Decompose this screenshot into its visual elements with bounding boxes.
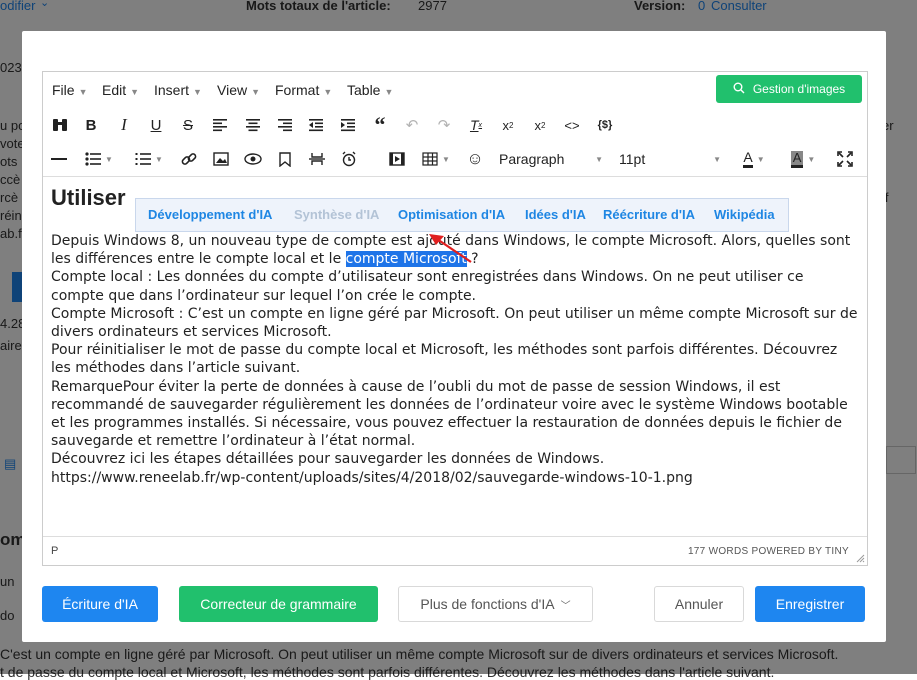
element-path: P <box>51 545 59 557</box>
background-color-icon[interactable]: A ▼ <box>785 142 821 176</box>
word-count: 177 WORDS POWERED BY TINY <box>687 546 849 557</box>
grammar-checker-button[interactable]: Correcteur de grammaire <box>179 586 378 622</box>
menu-edit[interactable]: Edit ▼ <box>102 82 139 98</box>
italic-icon[interactable]: I <box>114 108 134 142</box>
paragraph-3: Compte Microsoft : C’est un compte en li… <box>51 305 858 341</box>
redo-icon[interactable]: ↷ <box>434 108 454 142</box>
chevron-down-icon: ▼ <box>78 87 88 97</box>
chevron-down-icon: ▼ <box>251 87 261 97</box>
indent-icon[interactable] <box>338 108 358 142</box>
emoji-icon[interactable]: ☺ <box>465 142 485 176</box>
find-replace-icon[interactable] <box>49 108 71 142</box>
align-left-icon[interactable] <box>210 108 230 142</box>
ai-option-development[interactable]: Développement d'IA <box>148 207 272 222</box>
ai-option-synthesis[interactable]: Synthèse d'IA <box>294 207 379 222</box>
chevron-down-icon: ﹀ <box>560 600 571 612</box>
chevron-down-icon: ▼ <box>193 87 202 97</box>
toolbar-divider <box>43 176 867 177</box>
more-ai-label: Plus de fonctions d'IA <box>420 596 555 612</box>
cancel-button[interactable]: Annuler <box>654 586 744 622</box>
chevron-down-icon: ▼ <box>130 87 140 97</box>
horizontal-rule-icon[interactable] <box>49 142 69 176</box>
text-color-icon[interactable]: A ▼ <box>737 142 771 176</box>
menu-label: Insert <box>154 82 190 98</box>
page-break-icon[interactable] <box>307 142 327 176</box>
paragraph-4: Pour réinitialiser le mot de passe du co… <box>51 342 838 377</box>
text-color-a: A <box>743 150 753 168</box>
bold-icon[interactable]: B <box>81 108 101 142</box>
chevron-down-icon: ▼ <box>595 154 603 164</box>
menu-label: Table <box>347 82 381 98</box>
link-icon[interactable] <box>179 142 199 176</box>
chevron-down-icon: ▼ <box>713 154 721 164</box>
undo-icon[interactable]: ↶ <box>402 108 422 142</box>
underline-icon[interactable]: U <box>146 108 166 142</box>
editor-menubar: File ▼ Edit ▼ Insert ▼ View ▼ Format ▼ Table ▼… <box>43 72 867 108</box>
table-icon[interactable]: ▼ <box>421 142 451 176</box>
chevron-down-icon: ▼ <box>155 154 163 164</box>
menu-file[interactable]: File ▼ <box>52 82 87 98</box>
chevron-down-icon: ▼ <box>442 154 450 164</box>
media-icon[interactable] <box>387 142 407 176</box>
superscript-icon[interactable]: x2 <box>530 108 550 142</box>
ai-context-menu: Développement d'IA Synthèse d'IA Optimis… <box>135 198 789 232</box>
more-ai-functions-button[interactable]: Plus de fonctions d'IA ﹀ <box>398 586 593 622</box>
ai-writing-button[interactable]: Écriture d'IA <box>42 586 158 622</box>
resize-handle-icon[interactable] <box>855 553 865 563</box>
menu-label: Format <box>275 82 320 98</box>
paragraph-6: Découvrez ici les étapes détaillées pour… <box>51 451 605 468</box>
menu-label: File <box>52 82 75 98</box>
menu-label: View <box>217 82 248 98</box>
ai-option-optimization[interactable]: Optimisation d'IA <box>398 207 505 222</box>
subscript-icon[interactable]: x2 <box>498 108 518 142</box>
numbered-list-icon[interactable]: ▼ <box>131 142 167 176</box>
image-management-button[interactable]: Gestion d'images <box>716 75 862 103</box>
image-button-label: Gestion d'images <box>752 82 846 96</box>
toolbar-row-1: B I U S “ ↶ ↷ Tx x2 x2 <> {$} <box>43 108 867 142</box>
strikethrough-icon[interactable]: S <box>178 108 198 142</box>
red-arrow-icon <box>429 234 472 263</box>
ai-option-ideas[interactable]: Idées d'IA <box>525 207 586 222</box>
menu-format[interactable]: Format ▼ <box>275 82 332 98</box>
clear-formatting-icon[interactable]: Tx <box>466 108 486 142</box>
editor-statusbar: P 177 WORDS POWERED BY TINY <box>43 536 867 565</box>
alarm-clock-icon[interactable] <box>339 142 359 176</box>
toolbar-row-2: ▼ ▼ ▼ ☺ Paragraph ▼ 11pt ▼ A ▼ A ▼ <box>43 142 867 176</box>
image-icon[interactable] <box>211 142 231 176</box>
bookmark-icon[interactable] <box>275 142 295 176</box>
chevron-down-icon: ▼ <box>384 87 394 97</box>
chevron-down-icon: ▼ <box>807 154 816 164</box>
menu-view[interactable]: View ▼ <box>217 82 260 98</box>
menu-label: Edit <box>102 82 127 98</box>
chevron-down-icon: ▼ <box>756 154 765 164</box>
block-format-value: Paragraph <box>499 151 565 167</box>
search-icon <box>733 82 745 97</box>
menu-table[interactable]: Table ▼ <box>347 82 393 98</box>
rich-text-editor: File ▼ Edit ▼ Insert ▼ View ▼ Format ▼ Table ▼… <box>42 71 868 566</box>
menu-insert[interactable]: Insert ▼ <box>154 82 202 98</box>
ai-option-wikipedia[interactable]: Wikipédia <box>714 207 775 222</box>
chevron-down-icon: ▼ <box>105 154 113 164</box>
font-size-value: 11pt <box>619 151 646 167</box>
font-size-select[interactable]: 11pt ▼ <box>619 142 721 176</box>
ai-option-rewrite[interactable]: Réécriture d'IA <box>603 207 695 222</box>
fullscreen-icon[interactable] <box>835 142 855 176</box>
template-icon[interactable]: {$} <box>594 108 616 142</box>
block-format-select[interactable]: Paragraph ▼ <box>499 142 603 176</box>
paragraph-7: https://www.reneelab.fr/wp-content/uploa… <box>51 469 693 486</box>
background-color-a: A <box>790 150 804 168</box>
bullet-list-icon[interactable]: ▼ <box>81 142 117 176</box>
align-center-icon[interactable] <box>243 108 263 142</box>
code-icon[interactable]: <> <box>562 108 582 142</box>
chevron-down-icon: ▼ <box>323 87 333 97</box>
paragraph-2: Compte local : Les données du compte d’u… <box>51 269 804 304</box>
save-button[interactable]: Enregistrer <box>755 586 865 622</box>
paragraph-5: RemarquePour éviter la perte de données … <box>51 378 848 450</box>
editor-modal: File ▼ Edit ▼ Insert ▼ View ▼ Format ▼ Table ▼… <box>22 31 886 642</box>
align-right-icon[interactable] <box>275 108 295 142</box>
blockquote-icon[interactable]: “ <box>370 108 390 142</box>
outdent-icon[interactable] <box>306 108 326 142</box>
preview-eye-icon[interactable] <box>243 142 263 176</box>
